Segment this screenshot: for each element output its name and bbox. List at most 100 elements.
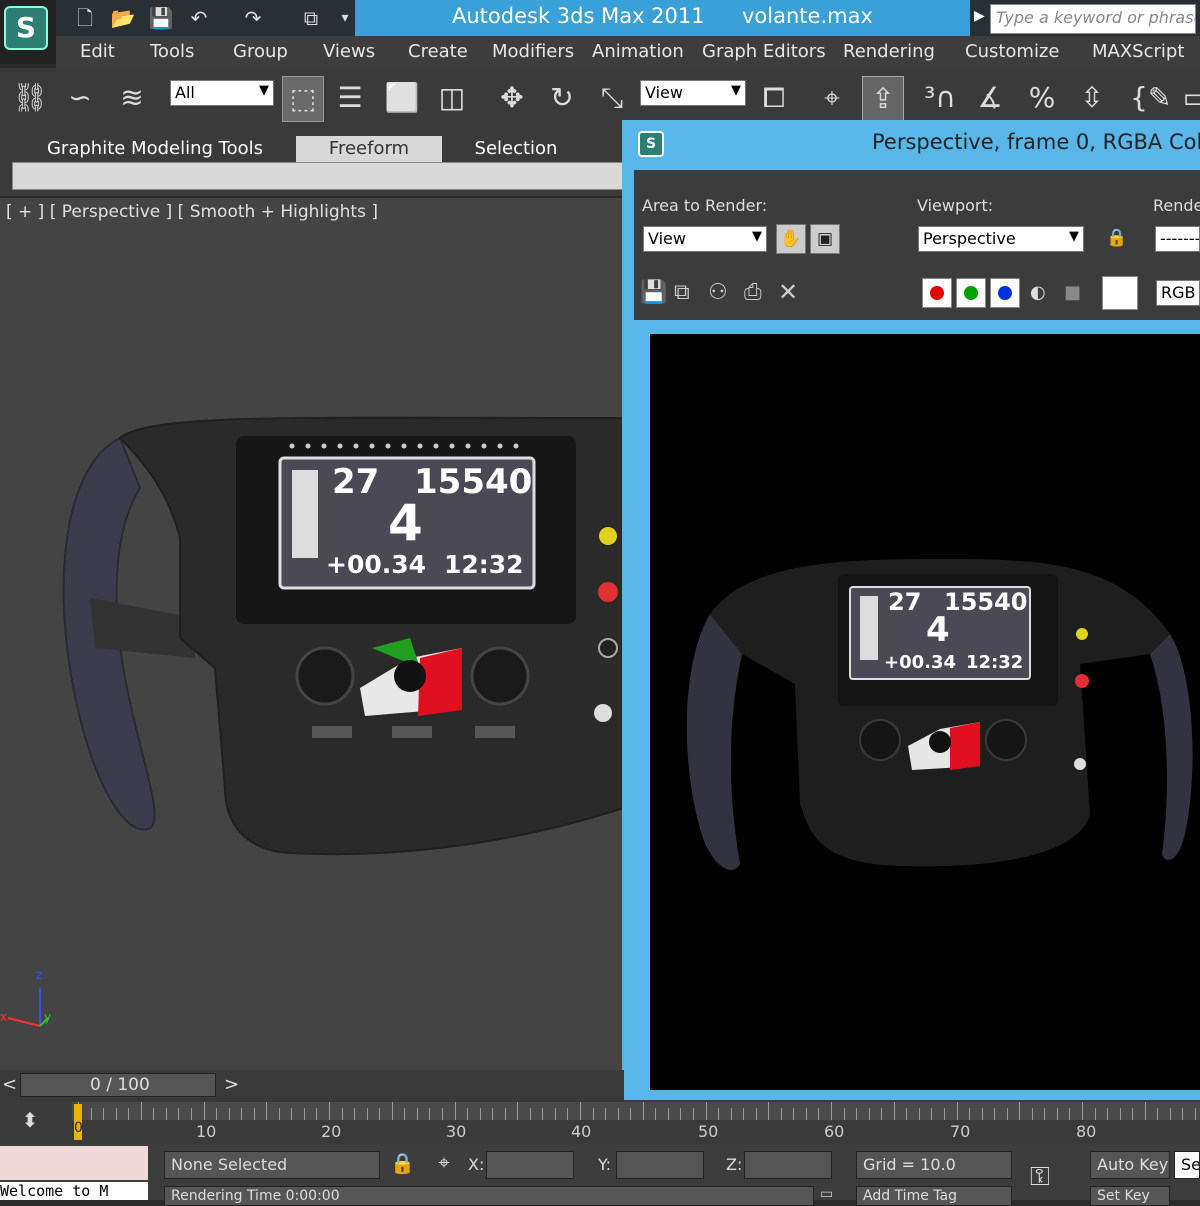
clear-icon[interactable]: ✕ [778, 278, 798, 306]
set-keys-icon[interactable]: ⚿ [1030, 1162, 1050, 1193]
ruler-tick [366, 1108, 368, 1120]
green-channel-toggle[interactable] [956, 278, 986, 308]
lock-icon[interactable]: 🔒 [1102, 224, 1132, 254]
save-image-icon[interactable]: 💾 [640, 280, 667, 305]
snaps-toggle-icon[interactable]: ³∩ [920, 76, 960, 120]
add-time-tag[interactable]: Add Time Tag [856, 1186, 1012, 1206]
maxscript-listener-output[interactable]: Welcome to M [0, 1182, 148, 1200]
menu-tools[interactable]: Tools [150, 41, 194, 62]
select-and-move-icon[interactable]: ✥ [492, 76, 532, 120]
spinner-snap-icon[interactable]: ⇳ [1072, 76, 1112, 120]
undo-icon[interactable]: ↶ [186, 6, 212, 30]
percent-snap-icon[interactable]: % [1022, 76, 1062, 120]
select-and-rotate-icon[interactable]: ↻ [542, 76, 582, 120]
render-dash-delta: +00.34 [884, 652, 957, 673]
menu-graph-editors[interactable]: Graph Editors [702, 41, 826, 62]
ruler-tick [140, 1102, 142, 1120]
display-channel-dropdown[interactable]: RGB Alpha [1156, 280, 1200, 306]
rectangular-selection-icon[interactable]: ⬜ [382, 76, 422, 120]
color-swatch[interactable] [1102, 276, 1138, 310]
set-key-button[interactable]: Set Key [1090, 1186, 1170, 1206]
tab-selection[interactable]: Selection [460, 136, 572, 162]
ruler-tick [843, 1108, 845, 1120]
select-and-scale-icon[interactable]: ⤡ [592, 76, 632, 120]
project-folder-icon[interactable]: ⧉ [298, 6, 324, 30]
z-coordinate-input[interactable] [744, 1151, 832, 1179]
menu-edit[interactable]: Edit [80, 41, 115, 62]
use-pivot-center-icon[interactable]: ⧠ [754, 76, 794, 120]
key-filter-dropdown[interactable]: Selected [1174, 1151, 1200, 1179]
time-slider-prev-icon[interactable]: < [2, 1074, 17, 1095]
time-slider-next-icon[interactable]: > [224, 1074, 239, 1095]
clone-window-icon[interactable]: ⚇ [708, 280, 728, 305]
selection-lock-icon[interactable]: 🔒 [390, 1151, 415, 1175]
time-tag-icon[interactable]: ▭ [820, 1186, 850, 1202]
ruler-tick [831, 1102, 832, 1120]
keyboard-shortcut-override-icon[interactable]: ⇪ [862, 76, 904, 122]
alpha-channel-icon[interactable]: ◐ [1030, 282, 1046, 303]
ruler-label-50: 50 [698, 1122, 719, 1141]
select-object-icon[interactable]: ⬚ [282, 76, 324, 122]
menu-rendering[interactable]: Rendering [843, 41, 935, 62]
monochrome-icon[interactable]: ■ [1064, 282, 1081, 303]
ruler-tick [969, 1108, 971, 1120]
unlink-icon[interactable]: ∽ [60, 76, 100, 120]
menu-modifiers[interactable]: Modifiers [492, 41, 574, 62]
steering-wheel-model[interactable] [0, 198, 624, 1070]
new-file-icon[interactable]: 🗋 [72, 6, 98, 30]
named-selection-sets-icon[interactable]: ▭ [1176, 76, 1200, 120]
viewport-dropdown[interactable]: Perspective ▼ [918, 226, 1084, 252]
ruler-label-80: 80 [1076, 1122, 1097, 1141]
ruler-tick [416, 1108, 418, 1120]
ruler-tick [1069, 1108, 1071, 1120]
selection-filter-dropdown[interactable]: All ▼ [170, 80, 274, 106]
redo-icon[interactable]: ↷ [240, 6, 266, 30]
maxscript-listener-macro[interactable] [0, 1146, 148, 1180]
window-crossing-icon[interactable]: ◫ [432, 76, 472, 120]
select-and-manipulate-icon[interactable]: ⌖ [812, 76, 852, 120]
ruler-tick [529, 1108, 531, 1120]
search-input[interactable]: Type a keyword or phrase [990, 4, 1196, 34]
ruler-tick [818, 1108, 820, 1120]
menu-create[interactable]: Create [408, 41, 468, 62]
angle-snap-icon[interactable]: ∡ [970, 76, 1010, 120]
select-by-name-icon[interactable]: ☰ [330, 76, 370, 120]
mini-curve-editor-icon[interactable]: ⬍ [12, 1108, 48, 1136]
menu-group[interactable]: Group [233, 41, 288, 62]
menu-customize[interactable]: Customize [965, 41, 1059, 62]
blue-channel-toggle[interactable] [990, 278, 1020, 308]
red-channel-toggle[interactable] [922, 278, 952, 308]
edit-region-icon[interactable]: ✋ [776, 224, 806, 254]
open-file-icon[interactable]: 📂 [110, 6, 136, 30]
quick-access-dropdown-icon[interactable]: ▾ [332, 6, 358, 30]
area-to-render-dropdown[interactable]: View ▼ [643, 226, 767, 252]
menu-animation[interactable]: Animation [592, 41, 684, 62]
save-file-icon[interactable]: 💾 [148, 6, 174, 30]
y-coordinate-input[interactable] [616, 1151, 704, 1179]
auto-region-icon[interactable]: ▣ [810, 224, 840, 254]
current-frame-label: 0 [74, 1120, 83, 1136]
render-dash-lap: 27 [888, 588, 922, 616]
ruler-tick [692, 1108, 694, 1120]
application-button[interactable]: S [0, 0, 56, 64]
ruler-tick [592, 1108, 594, 1120]
ruler-tick [931, 1108, 933, 1120]
menu-views[interactable]: Views [323, 41, 375, 62]
edit-named-selection-icon[interactable]: {✎ [1130, 76, 1171, 120]
reference-coordinate-dropdown[interactable]: View ▼ [640, 80, 746, 106]
render-preset-dropdown[interactable]: ------------- [1155, 226, 1200, 252]
auto-key-button[interactable]: Auto Key [1090, 1151, 1170, 1179]
x-coordinate-input[interactable] [486, 1151, 574, 1179]
copy-image-icon[interactable]: ⧉ [674, 280, 690, 305]
menu-maxscript[interactable]: MAXScript [1092, 41, 1184, 62]
render-preset-label: Render Preset: [1153, 196, 1200, 215]
tab-graphite-modeling-tools[interactable]: Graphite Modeling Tools [40, 136, 270, 162]
select-and-link-icon[interactable]: ⛓ [10, 76, 50, 120]
absolute-mode-transform-icon[interactable]: ⌖ [430, 1150, 458, 1178]
ruler-tick [567, 1108, 569, 1120]
bind-to-space-warp-icon[interactable]: ≋ [112, 76, 152, 120]
tab-freeform[interactable]: Freeform [296, 136, 442, 162]
print-image-icon[interactable]: ⎙ [744, 280, 762, 305]
search-expand-icon[interactable]: ▶ [974, 8, 985, 24]
ruler-tick [667, 1108, 669, 1120]
